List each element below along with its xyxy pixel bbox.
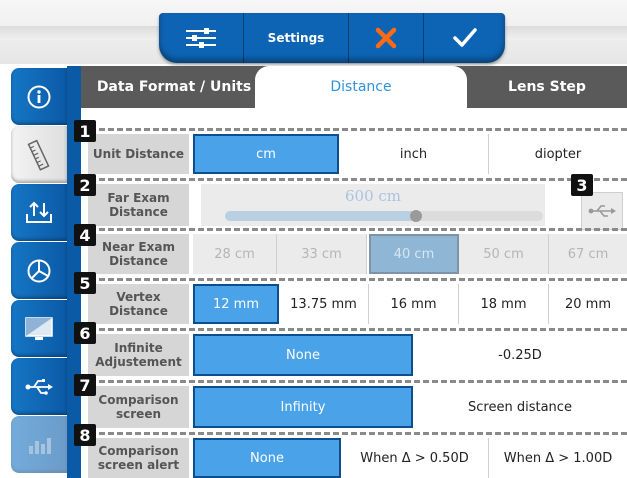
slider-track xyxy=(225,211,543,221)
bar-chart-icon xyxy=(29,437,51,454)
vertex-option-20[interactable]: 20 mm xyxy=(549,284,627,324)
sidebar-item-info[interactable] xyxy=(11,68,67,125)
row-number: 2 xyxy=(74,174,96,196)
alert-option-1-00d[interactable]: When Δ > 1.00D xyxy=(489,438,627,478)
unit-distance-label: Unit Distance xyxy=(88,134,189,174)
sidebar-item-ruler[interactable] xyxy=(11,126,67,183)
comparison-option-screen-distance[interactable]: Screen distance xyxy=(413,386,627,428)
vertex-option-12[interactable]: 12 mm xyxy=(193,284,279,324)
sidebar-item-stats[interactable] xyxy=(11,416,67,473)
row-divider xyxy=(81,380,627,383)
comparison-option-infinity[interactable]: Infinity xyxy=(193,386,413,428)
near-exam-distance-label: Near Exam Distance xyxy=(88,234,189,274)
top-bar: Settings xyxy=(0,0,627,64)
check-icon xyxy=(452,28,477,47)
row-divider xyxy=(81,328,627,331)
tab-lens-step[interactable]: Lens Step xyxy=(467,66,627,108)
monitor-icon xyxy=(25,316,53,340)
far-exam-distance-value: 600 cm xyxy=(344,187,402,205)
alert-option-0-50d[interactable]: When Δ > 0.50D xyxy=(341,438,489,478)
unit-option-inch[interactable]: inch xyxy=(339,134,489,174)
far-exam-distance-label: Far Exam Distance xyxy=(88,184,189,226)
alert-option-none[interactable]: None xyxy=(193,438,341,478)
near-option-40[interactable]: 40 cm xyxy=(369,234,459,274)
info-icon xyxy=(27,85,51,108)
settings-toolbar: Settings xyxy=(159,13,505,63)
sidebar-item-transfer[interactable] xyxy=(11,184,67,241)
tab-bar: Data Format / Units Distance Lens Step xyxy=(81,66,627,108)
infinite-option-minus-0-25d[interactable]: -0.25D xyxy=(413,334,627,376)
comparison-screen-label: Comparison screen xyxy=(88,386,189,428)
far-exam-distance-slider[interactable]: 600 cm xyxy=(201,184,545,226)
sliders-button[interactable] xyxy=(159,13,244,63)
row-number: 5 xyxy=(74,272,96,294)
near-option-28[interactable]: 28 cm xyxy=(193,234,277,274)
row-number: 4 xyxy=(74,224,96,246)
infinite-option-none[interactable]: None xyxy=(193,334,413,376)
row-divider xyxy=(81,228,627,231)
row-divider xyxy=(81,278,627,281)
near-option-67[interactable]: 67 cm xyxy=(549,234,627,274)
infinite-adjustement-label: Infinite Adjustement xyxy=(88,334,189,376)
row-number: 1 xyxy=(74,120,96,142)
toolbar-title: Settings xyxy=(244,13,349,63)
comparison-screen-alert-label: Comparison screen alert xyxy=(88,438,189,478)
sliders-icon xyxy=(186,28,216,48)
ruler-icon xyxy=(27,139,50,171)
tab-data-format-units[interactable]: Data Format / Units xyxy=(81,66,267,108)
row-divider xyxy=(81,432,627,435)
sidebar-item-usb[interactable] xyxy=(11,358,67,415)
row-divider xyxy=(81,128,627,131)
vertex-option-18[interactable]: 18 mm xyxy=(459,284,549,324)
sidebar-item-display[interactable] xyxy=(11,300,67,357)
unit-option-cm[interactable]: cm xyxy=(193,134,339,174)
row-divider xyxy=(81,178,627,181)
upload-download-icon xyxy=(26,201,52,223)
sidebar-item-chart[interactable] xyxy=(11,242,67,299)
usb-icon xyxy=(588,205,616,217)
pie-chart-icon xyxy=(27,259,51,282)
cancel-button[interactable] xyxy=(349,13,424,63)
unit-option-diopter[interactable]: diopter xyxy=(489,134,627,174)
slider-knob[interactable] xyxy=(409,210,422,222)
vertex-distance-label: Vertex Distance xyxy=(88,284,189,324)
distance-settings-panel: 1 Unit Distance cm inch diopter 2 Far Ex… xyxy=(74,108,627,478)
slider-fill xyxy=(225,211,416,221)
usb-import-button[interactable] xyxy=(581,192,623,230)
row-number: 3 xyxy=(571,174,593,196)
row-number: 7 xyxy=(74,374,96,396)
confirm-button[interactable] xyxy=(424,13,505,63)
close-icon xyxy=(375,27,397,49)
vertex-option-16[interactable]: 16 mm xyxy=(369,284,459,324)
sidebar xyxy=(11,66,67,478)
near-option-50[interactable]: 50 cm xyxy=(459,234,549,274)
vertex-option-13-75[interactable]: 13.75 mm xyxy=(279,284,369,324)
row-number: 8 xyxy=(74,424,96,446)
tab-distance[interactable]: Distance xyxy=(255,66,467,108)
row-number: 6 xyxy=(74,322,96,344)
usb-icon xyxy=(25,378,53,395)
near-option-33[interactable]: 33 cm xyxy=(277,234,367,274)
